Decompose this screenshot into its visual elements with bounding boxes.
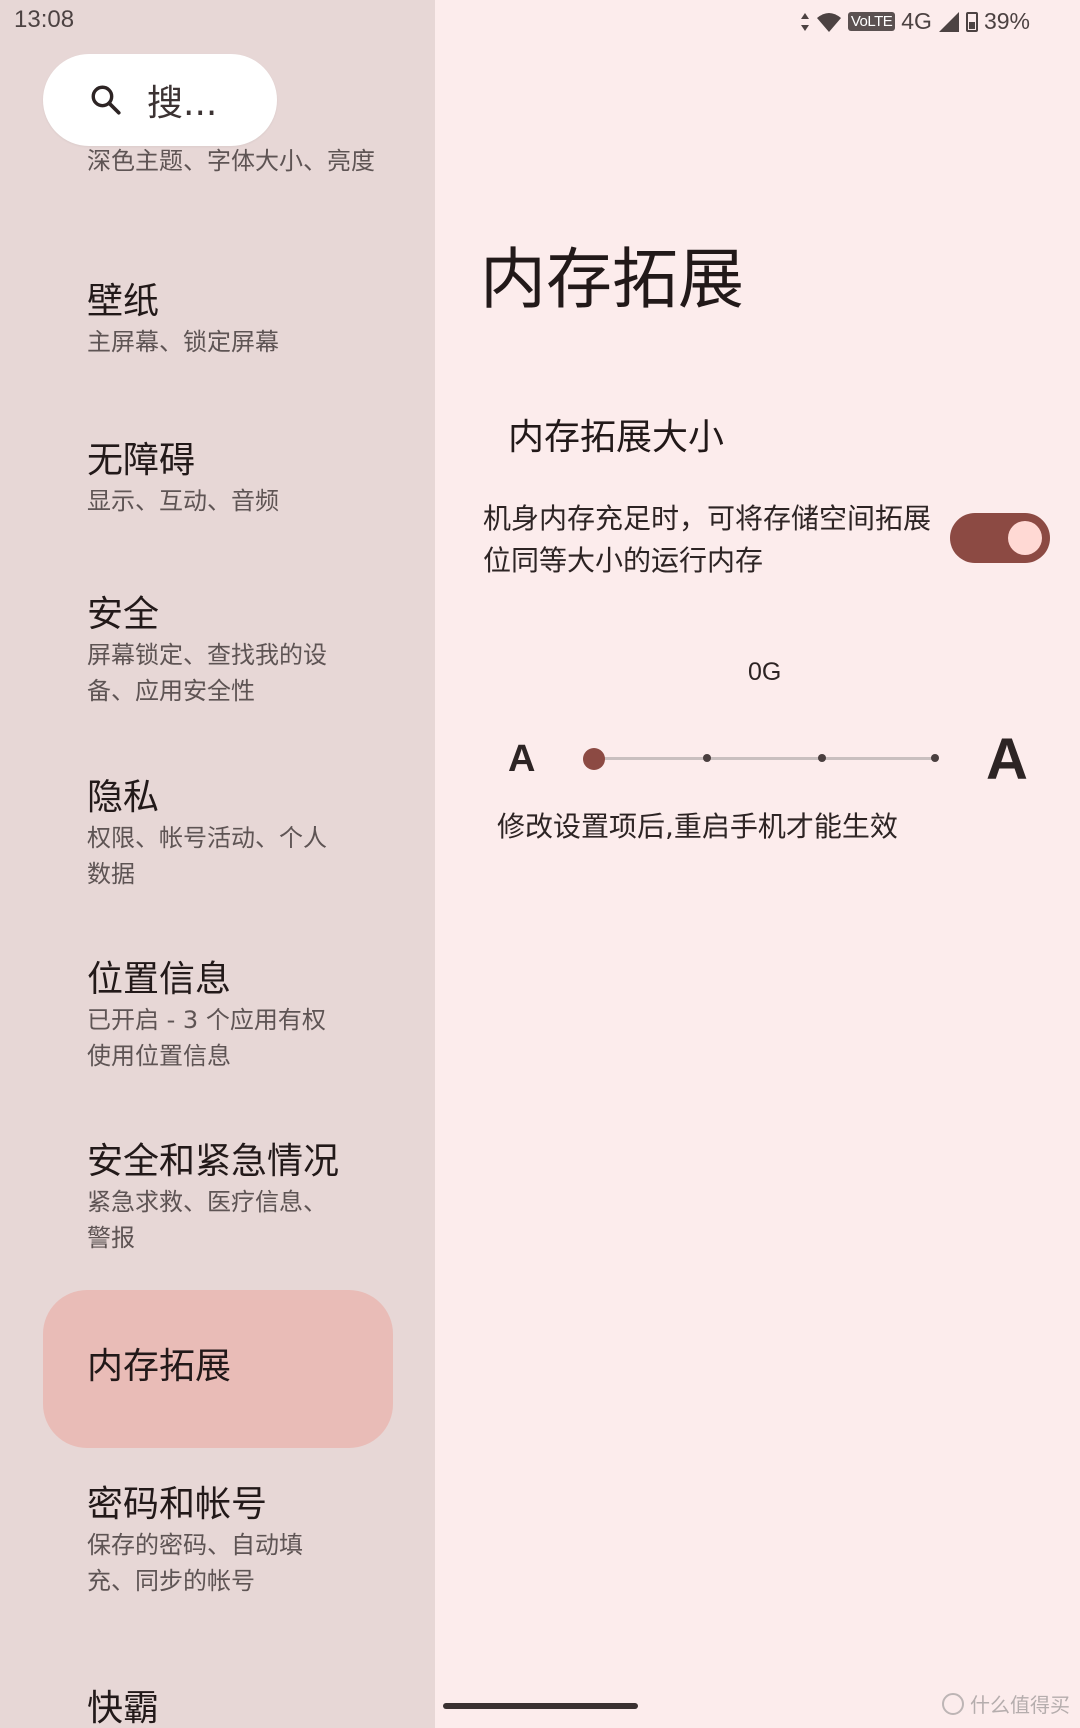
toggle-description: 机身内存充足时，可将存储空间拓展位同等大小的运行内存 <box>483 502 932 577</box>
slider-tick <box>931 754 939 762</box>
toggle-knob <box>1008 521 1042 555</box>
sidebar-item-memory-extension[interactable]: 内存拓展 <box>43 1290 393 1448</box>
sidebar-item-label: 快霸 <box>87 1688 160 1728</box>
data-arrows-icon <box>800 12 809 31</box>
sidebar-item-subtitle: 显示、互动、音频 <box>87 487 279 515</box>
sidebar-item-privacy[interactable]: 隐私 权限、帐号活动、个人数据 <box>87 776 417 892</box>
wifi-icon <box>816 12 841 32</box>
sidebar-item-label: 安全 <box>87 594 160 635</box>
sidebar-item-display-subtitle[interactable]: 深色主题、字体大小、亮度 <box>87 143 417 179</box>
section-title: 内存拓展大小 <box>508 417 725 458</box>
volte-badge: VoLTE <box>847 12 896 31</box>
search-icon <box>91 85 121 115</box>
settings-sidebar: 13:08 深色主题、字体大小、亮度 搜... 壁纸 主屏幕、锁定屏幕 无障碍 … <box>0 0 435 1728</box>
slider-value-label: 0G <box>748 658 782 686</box>
slider-tick <box>703 754 711 762</box>
watermark-text: 什么值得买 <box>970 1693 1070 1717</box>
sidebar-item-wallpaper[interactable]: 壁纸 主屏幕、锁定屏幕 <box>87 280 417 360</box>
restart-hint: 修改设置项后,重启手机才能生效 <box>497 810 898 843</box>
search-bar[interactable]: 搜... <box>43 54 277 146</box>
slider-tick <box>818 754 826 762</box>
navigation-handle[interactable] <box>443 1703 638 1709</box>
battery-icon <box>965 11 978 32</box>
sidebar-item-label: 壁纸 <box>87 281 160 322</box>
memory-extension-toggle[interactable] <box>950 513 1050 563</box>
watermark-logo-icon <box>942 1692 964 1715</box>
sidebar-item-label: 内存拓展 <box>87 1346 232 1387</box>
sidebar-item-location[interactable]: 位置信息 已开启 - 3 个应用有权使用位置信息 <box>87 958 417 1074</box>
slider-min-label: A <box>508 738 536 780</box>
sidebar-item-subtitle: 权限、帐号活动、个人数据 <box>87 824 327 888</box>
sidebar-item-subtitle: 主屏幕、锁定屏幕 <box>87 328 279 356</box>
sidebar-item-security[interactable]: 安全 屏幕锁定、查找我的设备、应用安全性 <box>87 593 417 709</box>
signal-icon <box>938 11 959 32</box>
status-time: 13:08 <box>14 6 75 33</box>
memory-size-slider[interactable] <box>593 757 938 760</box>
slider-thumb[interactable] <box>583 748 605 770</box>
slider-max-label: A <box>986 727 1028 792</box>
sidebar-item-accessibility[interactable]: 无障碍 显示、互动、音频 <box>87 439 417 519</box>
sidebar-item-label: 无障碍 <box>87 440 196 481</box>
sidebar-item-subtitle: 屏幕锁定、查找我的设备、应用安全性 <box>87 641 327 705</box>
sidebar-item-passwords-accounts[interactable]: 密码和帐号 保存的密码、自动填充、同步的帐号 <box>87 1483 417 1599</box>
status-icons: VoLTE 4G 39% <box>800 8 1030 35</box>
sidebar-item-label: 密码和帐号 <box>87 1484 268 1525</box>
sidebar-item-safety-emergency[interactable]: 安全和紧急情况 紧急求救、医疗信息、警报 <box>87 1140 417 1256</box>
network-type: 4G <box>901 8 932 34</box>
sidebar-item-subtitle: 保存的密码、自动填充、同步的帐号 <box>87 1531 303 1595</box>
sidebar-item-label: 隐私 <box>87 777 160 818</box>
search-placeholder: 搜... <box>147 83 218 124</box>
sidebar-item-label: 位置信息 <box>87 959 232 1000</box>
sidebar-item-subtitle: 已开启 - 3 个应用有权使用位置信息 <box>87 1006 326 1070</box>
watermark: 什么值得买 <box>942 1689 1070 1718</box>
page-title: 内存拓展 <box>480 241 744 318</box>
sidebar-item-label: 安全和紧急情况 <box>87 1141 340 1182</box>
sidebar-item-kuaiba[interactable]: 快霸 <box>87 1687 417 1728</box>
battery-level: 39% <box>983 8 1030 34</box>
sidebar-item-subtitle: 紧急求救、医疗信息、警报 <box>87 1188 327 1252</box>
